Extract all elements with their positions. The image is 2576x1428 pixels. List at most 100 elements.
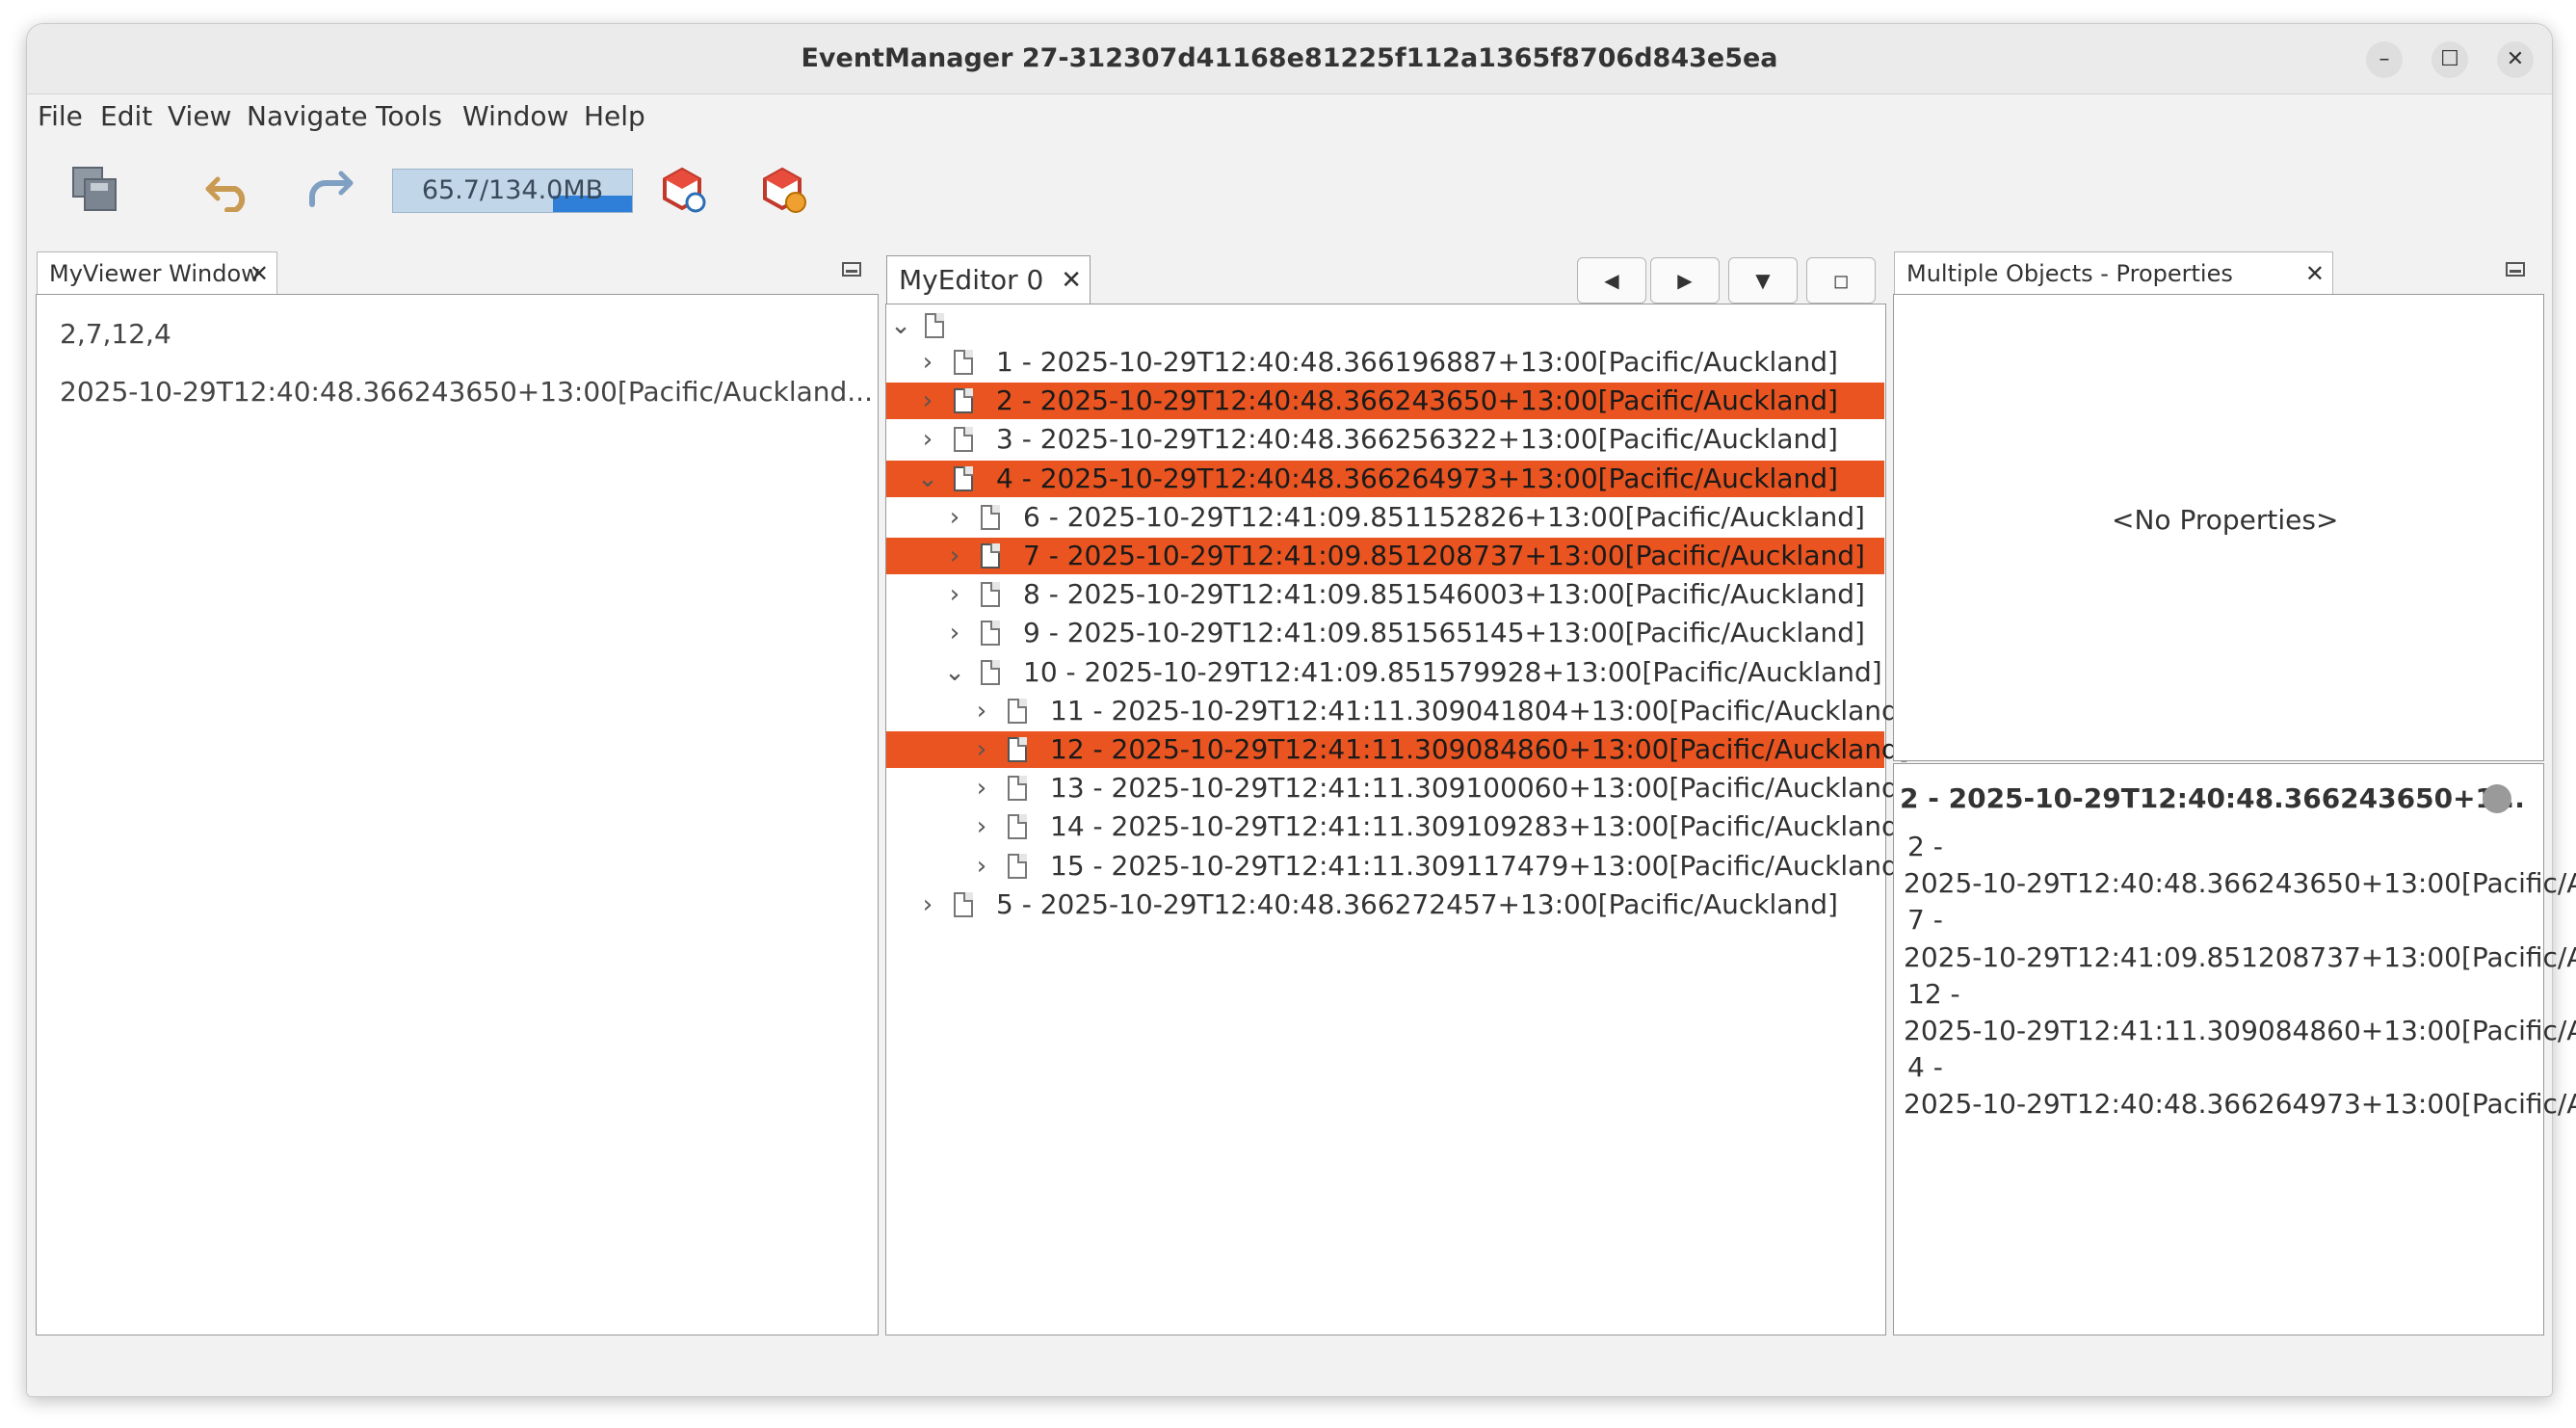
right-arrow-icon: ▶: [1677, 269, 1693, 292]
memory-label: 65.7/134.0MB: [421, 175, 604, 205]
info-icon: [2483, 784, 2511, 813]
document-icon: [981, 621, 1000, 647]
minimize-icon: –: [2379, 47, 2390, 71]
undo-icon[interactable]: [204, 166, 254, 212]
tree-row[interactable]: › 2 - 2025-10-29T12:40:48.366243650+13:00…: [886, 383, 1884, 420]
tree-row[interactable]: › 13 - 2025-10-29T12:41:11.309100060+13:0…: [886, 770, 1909, 807]
viewer-panel: [36, 294, 879, 1335]
chevron-right-icon[interactable]: ›: [969, 808, 994, 845]
tree-row-label: 13 - 2025-10-29T12:41:11.309100060+13:00…: [1050, 772, 1909, 805]
document-icon: [925, 313, 944, 338]
tab-myviewer[interactable]: MyViewer Window ✕: [37, 251, 277, 294]
tree-row[interactable]: › 12 - 2025-10-29T12:41:11.309084860+13:0…: [886, 731, 1909, 768]
tree-row[interactable]: › 5 - 2025-10-29T12:40:48.366272457+13:00…: [886, 886, 1884, 923]
tab-close-icon[interactable]: ✕: [250, 252, 269, 295]
maximize-icon: ☐: [2440, 47, 2459, 71]
tab-properties-label: Multiple Objects - Properties: [1906, 260, 2233, 287]
tree-row[interactable]: › 11 - 2025-10-29T12:41:11.309041804+13:0…: [886, 693, 1909, 729]
chevron-right-icon[interactable]: ›: [942, 576, 967, 613]
save-all-icon[interactable]: [71, 166, 119, 212]
tree-row-label: 12 - 2025-10-29T12:41:11.309084860+13:00…: [1050, 733, 1909, 765]
properties-description-panel: [1893, 763, 2544, 1335]
menu-help[interactable]: Help: [584, 94, 645, 139]
scroll-tabs-right-button[interactable]: ▶: [1650, 257, 1720, 304]
tree-row[interactable]: › 1 - 2025-10-29T12:40:48.366196887+13:00…: [886, 344, 1884, 381]
chevron-right-icon[interactable]: ›: [915, 344, 940, 381]
tree-row-label: 8 - 2025-10-29T12:41:09.851546003+13:00[…: [1023, 578, 1865, 611]
document-icon: [981, 582, 1000, 608]
chevron-right-icon[interactable]: ›: [915, 421, 940, 458]
menu-view[interactable]: View: [168, 94, 231, 139]
chevron-right-icon[interactable]: ›: [942, 615, 967, 651]
description-item-id: 7 -: [1907, 904, 1943, 937]
tree-row[interactable]: › 15 - 2025-10-29T12:41:11.309117479+13:0…: [886, 848, 1909, 885]
tree-row[interactable]: ⌄ 4 - 2025-10-29T12:40:48.366264973+13:00…: [886, 460, 1884, 497]
chevron-right-icon[interactable]: ›: [942, 499, 967, 536]
chevron-right-icon[interactable]: ›: [969, 693, 994, 729]
document-icon: [1008, 698, 1027, 724]
tree-row-label: 9 - 2025-10-29T12:41:09.851565145+13:00[…: [1023, 617, 1865, 649]
tree-row-label: 11 - 2025-10-29T12:41:11.309041804+13:00…: [1050, 694, 1909, 727]
document-icon: [981, 543, 1000, 569]
scroll-tabs-left-button[interactable]: ◀: [1577, 257, 1646, 304]
chevron-right-icon[interactable]: ›: [969, 731, 994, 768]
minimize-button[interactable]: –: [2366, 41, 2403, 78]
window-title: EventManager 27-312307d41168e81225f112a1…: [801, 43, 1778, 73]
chevron-down-icon: ▼: [1755, 269, 1771, 292]
tab-close-icon[interactable]: ✕: [1061, 256, 1082, 304]
tree-row[interactable]: › 8 - 2025-10-29T12:41:09.851546003+13:00…: [886, 576, 1884, 613]
tree-row[interactable]: › 14 - 2025-10-29T12:41:11.309109283+13:0…: [886, 808, 1909, 845]
chevron-right-icon[interactable]: ›: [942, 538, 967, 574]
tree-row[interactable]: › 9 - 2025-10-29T12:41:09.851565145+13:00…: [886, 615, 1884, 651]
close-button[interactable]: ✕: [2497, 41, 2534, 78]
tree-row-label: 10 - 2025-10-29T12:41:09.851579928+13:00…: [1023, 655, 1882, 688]
minimize-panel-icon[interactable]: [842, 262, 861, 277]
description-item-timestamp: 2025-10-29T12:40:48.366243650+13:00[Paci…: [1904, 867, 2576, 900]
gc-icon[interactable]: [659, 166, 709, 214]
tab-myeditor-label: MyEditor 0: [899, 264, 1044, 296]
chevron-down-icon[interactable]: ⌄: [915, 461, 940, 497]
description-item-timestamp: 2025-10-29T12:40:48.366264973+13:00[Paci…: [1904, 1088, 2576, 1121]
tree-row[interactable]: › 7 - 2025-10-29T12:41:09.851208737+13:00…: [886, 538, 1884, 574]
tree-root[interactable]: ⌄: [886, 307, 1884, 344]
tree-row-label: 6 - 2025-10-29T12:41:09.851152826+13:00[…: [1023, 500, 1865, 533]
tree-row[interactable]: ⌄ 10 - 2025-10-29T12:41:09.851579928+13:0…: [886, 654, 1884, 691]
tab-close-icon[interactable]: ✕: [2305, 252, 2325, 295]
tree-row-label: 5 - 2025-10-29T12:40:48.366272457+13:00[…: [996, 887, 1838, 920]
profiler-icon[interactable]: [759, 166, 809, 214]
tab-myeditor[interactable]: MyEditor 0 ✕: [886, 255, 1091, 304]
menu-window[interactable]: Window: [462, 94, 568, 139]
tab-list-button[interactable]: ▼: [1728, 257, 1798, 304]
chevron-down-icon[interactable]: ⌄: [942, 654, 967, 691]
document-icon: [981, 659, 1000, 685]
tab-properties[interactable]: Multiple Objects - Properties ✕: [1894, 251, 2333, 294]
description-item-id: 12 -: [1907, 977, 1960, 1010]
maximize-button[interactable]: ☐: [2431, 41, 2468, 78]
minimize-panel-icon[interactable]: [2506, 262, 2525, 277]
memory-indicator[interactable]: 65.7/134.0MB: [392, 169, 633, 213]
chevron-right-icon[interactable]: ›: [915, 383, 940, 419]
chevron-right-icon[interactable]: ›: [915, 886, 940, 923]
tree-row-label: 4 - 2025-10-29T12:40:48.366264973+13:00[…: [996, 462, 1838, 494]
no-properties-label: <No Properties>: [2112, 504, 2339, 536]
menu-edit[interactable]: Edit: [100, 94, 152, 139]
chevron-right-icon[interactable]: ›: [969, 770, 994, 807]
title-bar[interactable]: EventManager 27-312307d41168e81225f112a1…: [27, 24, 2552, 94]
menu-navigate[interactable]: Navigate: [247, 94, 368, 139]
tree-row[interactable]: › 6 - 2025-10-29T12:41:09.851152826+13:00…: [886, 499, 1884, 536]
tree-row-label: 1 - 2025-10-29T12:40:48.366196887+13:00[…: [996, 346, 1838, 378]
maximize-editor-button[interactable]: ◻: [1806, 257, 1876, 304]
tree-row[interactable]: › 3 - 2025-10-29T12:40:48.366256322+13:00…: [886, 421, 1884, 458]
left-arrow-icon: ◀: [1604, 269, 1619, 292]
tree-row-label: 15 - 2025-10-29T12:41:11.309117479+13:00…: [1050, 849, 1909, 882]
menu-tools[interactable]: Tools: [376, 94, 442, 139]
menu-file[interactable]: File: [38, 94, 83, 139]
description-item-timestamp: 2025-10-29T12:41:11.309084860+13:00[Paci…: [1904, 1015, 2576, 1046]
close-icon: ✕: [2506, 47, 2525, 71]
viewer-ids: 2,7,12,4: [60, 318, 171, 350]
document-icon: [954, 891, 973, 917]
chevron-down-icon[interactable]: ⌄: [888, 307, 913, 344]
redo-icon[interactable]: [304, 166, 355, 212]
document-icon: [954, 350, 973, 375]
chevron-right-icon[interactable]: ›: [969, 848, 994, 885]
